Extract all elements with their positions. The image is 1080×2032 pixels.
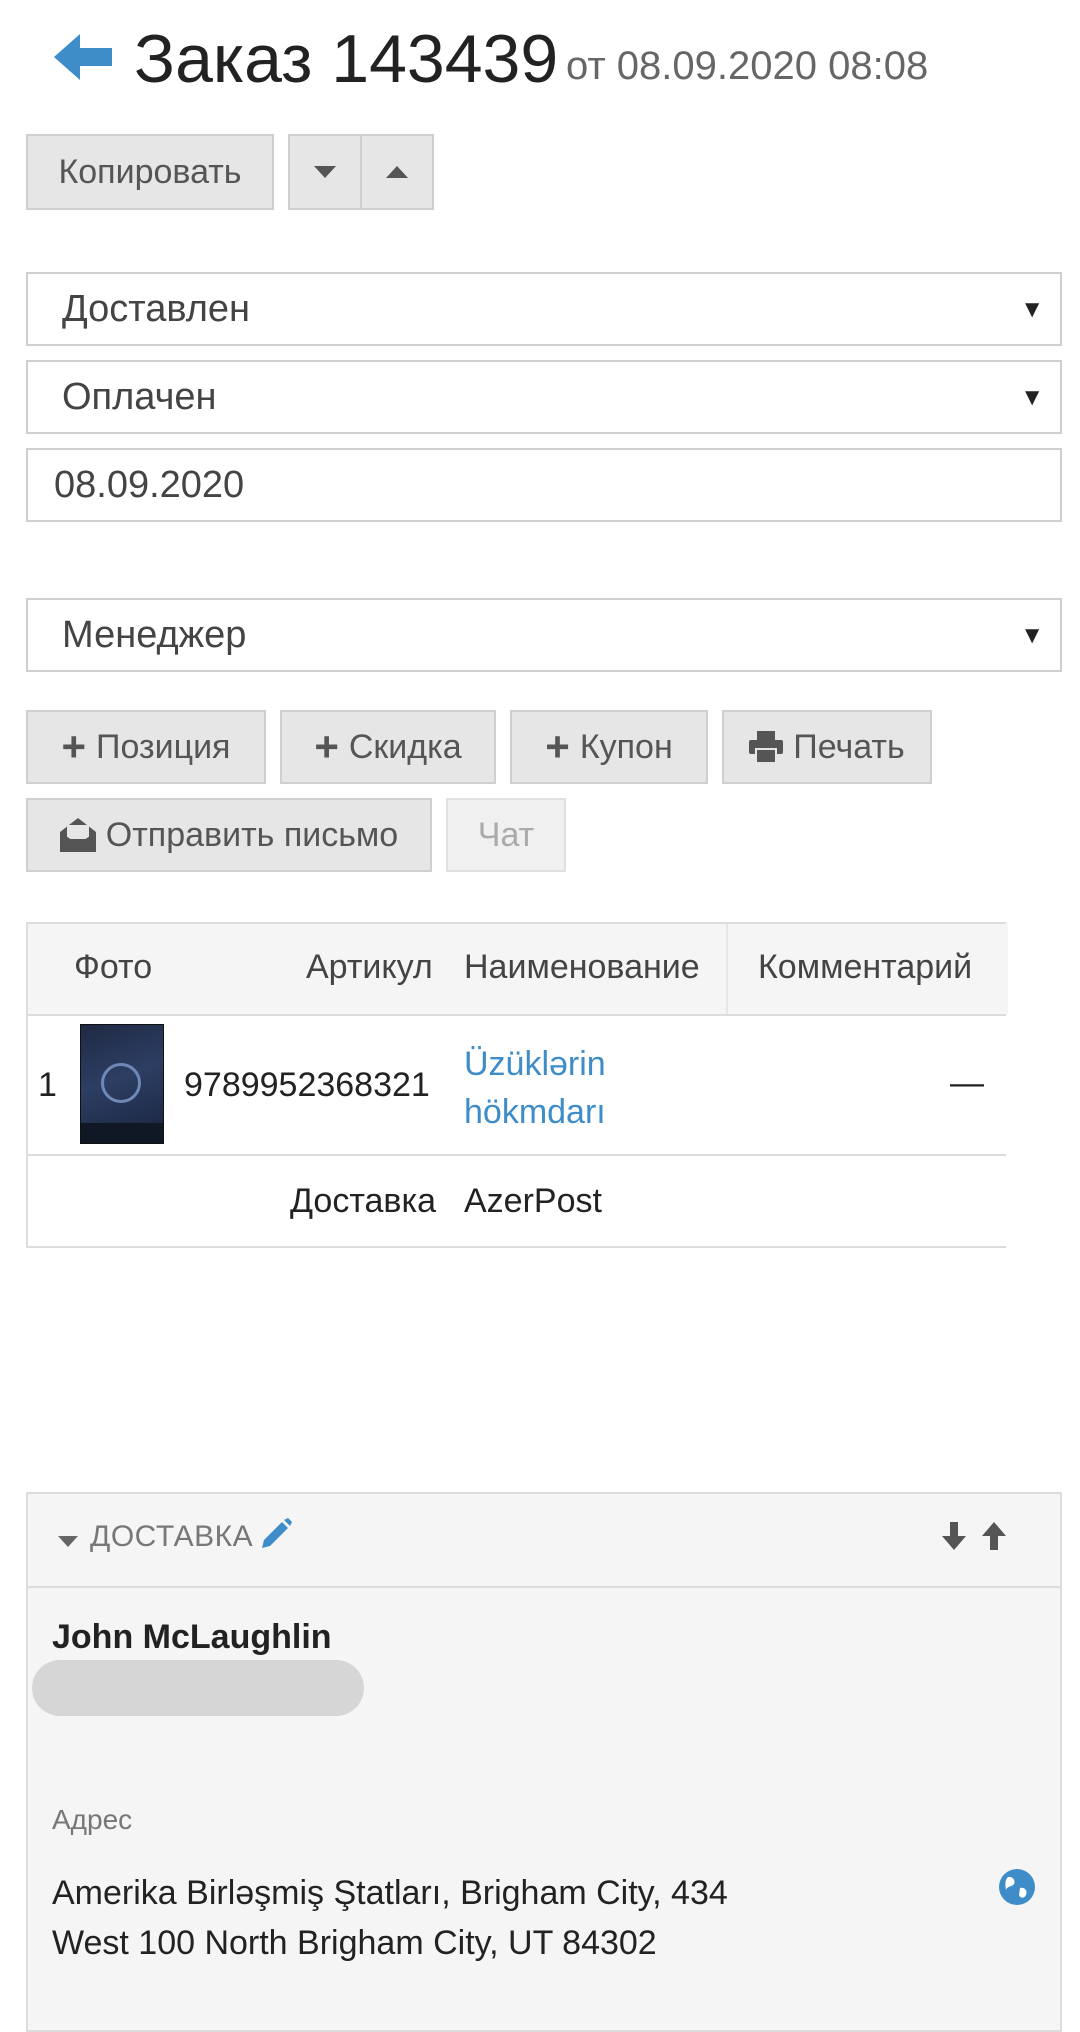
back-button[interactable] [54,32,114,82]
customer-name: John McLaughlin [52,1618,332,1656]
date-input[interactable]: 08.09.2020 [26,448,1062,522]
move-down-button[interactable] [288,134,362,210]
divider [26,1246,1006,1248]
column-header-comment: Комментарий [758,948,973,986]
add-coupon-button[interactable]: + Купон [510,710,708,784]
caret-up-icon [386,166,408,178]
send-email-button[interactable]: Отправить письмо [26,798,432,872]
row-index: 1 [38,1066,57,1104]
dropdown-caret-icon: ▼ [1020,384,1044,411]
dropdown-caret-icon: ▼ [1020,622,1044,649]
chat-label: Чат [477,815,535,854]
status-select[interactable]: Доставлен ▼ [26,272,1062,346]
status-value: Доставлен [62,287,251,330]
product-name-line: Üzüklərin [464,1045,606,1083]
product-name-line: hökmdarı [464,1093,606,1131]
position-label: Позиция [96,727,231,766]
manager-select[interactable]: Менеджер ▼ [26,598,1062,672]
column-header-article: Артикул [306,948,433,986]
product-image[interactable] [80,1024,164,1144]
move-up-button[interactable] [360,134,434,210]
order-date: от 08.09.2020 08:08 [566,44,929,88]
address-line: Amerika Birləşmiş Ştatları, Brigham City… [52,1874,728,1912]
dropdown-caret-icon: ▼ [1020,296,1044,323]
move-up-button[interactable] [982,1522,1006,1555]
caret-down-icon [314,166,336,178]
product-name-link[interactable]: Üzüklərin hökmdarı [464,1040,606,1136]
divider [26,1154,1006,1156]
arrow-left-icon [54,34,112,80]
date-value: 08.09.2020 [54,463,245,506]
pencil-icon [262,1518,292,1548]
caret-down-icon [58,1536,78,1547]
print-label: Печать [793,727,905,766]
globe-icon [999,1869,1035,1905]
printer-icon [749,731,784,763]
divider [26,922,1006,924]
column-header-name: Наименование [464,948,700,986]
plus-icon: + [61,723,87,770]
payment-value: Оплачен [62,375,217,418]
plus-icon: + [545,723,570,770]
discount-label: Скидка [348,727,462,766]
manager-value: Менеджер [62,613,247,656]
divider [26,1014,1006,1016]
envelope-open-icon [59,818,96,852]
add-discount-button[interactable]: + Скидка [280,710,496,784]
map-link[interactable] [998,1868,1036,1911]
delivery-row-value: AzerPost [464,1182,602,1220]
plus-icon: + [314,723,339,770]
address-line: West 100 North Brigham City, UT 84302 [52,1924,657,1962]
payment-select[interactable]: Оплачен ▼ [26,360,1062,434]
send-email-label: Отправить письмо [105,815,399,854]
address-label: Адрес [52,1804,133,1835]
copy-label: Копировать [58,152,242,191]
edit-delivery-button[interactable] [260,1518,292,1555]
move-down-button[interactable] [942,1522,966,1555]
divider [726,924,728,1014]
copy-button[interactable]: Копировать [26,134,274,210]
arrow-up-icon [982,1522,1006,1550]
delivery-panel-title: ДОСТАВКА [90,1520,254,1553]
comment-value: — [950,1064,984,1102]
chat-button[interactable]: Чат [446,798,566,872]
delivery-row-label: Доставка [290,1182,437,1220]
page-title: Заказ 143439 [134,21,559,97]
redacted-contact [32,1660,364,1716]
cover-ring [101,1063,141,1103]
article-number: 9789952368321 [184,1066,430,1104]
coupon-label: Купон [579,727,673,766]
cover-band [81,1123,163,1143]
print-button[interactable]: Печать [722,710,932,784]
arrow-down-icon [942,1522,966,1550]
collapse-toggle[interactable] [58,1534,78,1552]
column-header-photo: Фото [74,948,153,986]
add-position-button[interactable]: + Позиция [26,710,266,784]
address-text: Amerika Birləşmiş Ştatları, Brigham City… [52,1868,728,1968]
